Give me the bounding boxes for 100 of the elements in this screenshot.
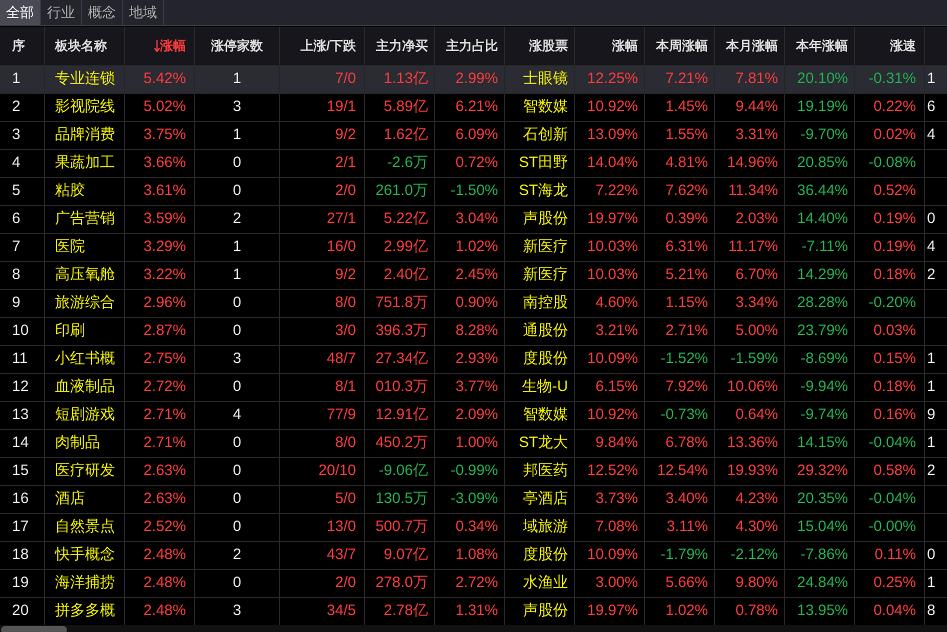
table-cell-text: 0 bbox=[232, 433, 242, 454]
table-row[interactable]: 11 小红书概 2.75% 3 48/7 27.34亿 2.93% 度股份 10.09% -1.52% -1.59% -8.69% 0.15% 1 bbox=[0, 345, 947, 373]
table-cell-text: 2.45% bbox=[455, 265, 498, 286]
column-header[interactable]: 涨停家数 bbox=[211, 36, 263, 56]
stock-name: 新医疗 bbox=[523, 265, 568, 286]
table-cell-text: 3 bbox=[232, 97, 242, 118]
sector-name: 粘胶 bbox=[55, 181, 85, 202]
table-row[interactable]: 5 粘胶 3.61% 0 2/0 261.0万 -1.50% ST海龙 7.22% 7.62% 11.34% 36.44% 0.52% bbox=[0, 177, 947, 205]
tab[interactable]: 地域 bbox=[123, 0, 164, 25]
table-cell-text: 2.99% bbox=[455, 69, 498, 90]
table-cell-text: 5.42% bbox=[143, 69, 186, 90]
column-header[interactable]: 涨幅 bbox=[612, 36, 638, 56]
sector-name: 酒店 bbox=[55, 489, 85, 510]
table-cell-text: 261.0万 bbox=[375, 181, 428, 202]
table-cell-text: 29.32% bbox=[797, 461, 848, 482]
column-header[interactable]: 本月涨幅 bbox=[726, 36, 778, 56]
table-cell-text: 14.15% bbox=[797, 433, 848, 454]
table-cell-text: 2.48% bbox=[143, 545, 186, 566]
column-header[interactable]: 本年涨幅 bbox=[796, 36, 848, 56]
table-cell-text: 11 bbox=[12, 349, 28, 370]
table-cell-text: 27.34亿 bbox=[375, 349, 428, 370]
table-cell-text: 2 bbox=[927, 461, 936, 482]
table-row[interactable]: 4 果蔬加工 3.66% 0 2/1 -2.6万 0.72% ST田野 14.04% 4.81% 14.96% 20.85% -0.08% bbox=[0, 149, 947, 177]
table-row[interactable]: 7 医院 3.29% 1 16/0 2.99亿 1.02% 新医疗 10.03% 6.31% 11.17% -7.11% 0.19% 4 bbox=[0, 233, 947, 261]
table-row[interactable]: 1 专业连锁 5.42% 1 7/0 1.13亿 2.99% 士眼镜 12.25% 7.21% 7.81% 20.10% -0.31% 1 bbox=[0, 65, 947, 93]
table-cell-text: 28.28% bbox=[797, 293, 848, 314]
column-header[interactable]: 本周涨幅 bbox=[656, 36, 708, 56]
table-row[interactable]: 15 医疗研发 2.63% 0 20/10 -9.06亿 -0.99% 邦医药 12.52% 12.54% 19.93% 29.32% 0.58% 2 bbox=[0, 457, 947, 485]
column-header[interactable]: 涨幅 bbox=[160, 36, 186, 56]
table-cell-text: 6.15% bbox=[595, 377, 638, 398]
table-row[interactable]: 6 广告营销 3.59% 2 27/1 5.22亿 3.04% 声股份 19.97% 0.39% 2.03% 14.40% 0.19% 0 bbox=[0, 205, 947, 233]
table-cell-text: -7.86% bbox=[800, 545, 848, 566]
table-cell-text: 0 bbox=[927, 545, 936, 566]
column-header[interactable]: 主力占比 bbox=[446, 36, 498, 56]
table-cell-text: 2 bbox=[232, 545, 242, 566]
column-header[interactable]: 上涨/下跌 bbox=[300, 36, 356, 56]
table-cell-text: -0.99% bbox=[450, 461, 498, 482]
table-row[interactable]: 13 短剧游戏 2.71% 4 77/9 12.91亿 2.09% 智数媒 10.92% -0.73% 0.64% -9.74% 0.16% 9 bbox=[0, 401, 947, 429]
tab[interactable]: 概念 bbox=[82, 0, 123, 25]
column-header[interactable]: 序 bbox=[12, 36, 25, 56]
sector-name: 医疗研发 bbox=[55, 461, 115, 482]
stock-name: 石创新 bbox=[523, 125, 568, 146]
table-cell-text: 2.09% bbox=[455, 405, 498, 426]
table-cell-text: 0.22% bbox=[873, 97, 916, 118]
column-header[interactable]: 涨股票 bbox=[529, 36, 568, 56]
table-row[interactable]: 9 旅游综合 2.96% 0 8/0 751.8万 0.90% 南控股 4.60% 1.15% 3.34% 28.28% -0.20% bbox=[0, 289, 947, 317]
table-cell-text: 10.06% bbox=[727, 377, 778, 398]
table-row[interactable]: 16 酒店 2.63% 0 5/0 130.5万 -3.09% 亭酒店 3.73% 3.40% 4.23% 20.35% -0.04% bbox=[0, 485, 947, 513]
column-header[interactable]: 板块名称 bbox=[55, 36, 107, 56]
table-cell-text: 18 bbox=[12, 545, 29, 566]
column-header[interactable]: 涨速 bbox=[890, 36, 916, 56]
table-cell-text: 1 bbox=[927, 573, 936, 594]
table-cell-text: 4.30% bbox=[735, 517, 778, 538]
table-row[interactable]: 19 海洋捕捞 2.48% 0 2/0 278.0万 2.72% 水渔业 3.00% 5.66% 9.80% 24.84% 0.25% 1 bbox=[0, 569, 947, 597]
table-cell-text: 2.71% bbox=[143, 433, 186, 454]
stock-name: 新医疗 bbox=[523, 237, 568, 258]
table-cell-text: 0 bbox=[232, 489, 242, 510]
sector-name: 旅游综合 bbox=[55, 293, 115, 314]
table-cell-text: 0.04% bbox=[873, 601, 916, 622]
table-row[interactable]: 17 自然景点 2.52% 0 13/0 500.7万 0.34% 域旅游 7.08% 3.11% 4.30% 15.04% -0.00% bbox=[0, 513, 947, 541]
scrollbar-thumb[interactable] bbox=[1, 626, 67, 632]
table-cell-text: 396.3万 bbox=[375, 321, 428, 342]
table-row[interactable]: 3 品牌消费 3.75% 1 9/2 1.62亿 6.09% 石创新 13.09% 1.55% 3.31% -9.70% 0.02% 4 bbox=[0, 121, 947, 149]
table-row[interactable]: 10 印刷 2.87% 0 3/0 396.3万 8.28% 通股份 3.21% 2.71% 5.00% 23.79% 0.03% bbox=[0, 317, 947, 345]
table-row[interactable]: 2 影视院线 5.02% 3 19/1 5.89亿 6.21% 智数媒 10.92% 1.45% 9.44% 19.19% 0.22% 6 bbox=[0, 93, 947, 121]
stock-name: 声股份 bbox=[523, 209, 568, 230]
table-row[interactable]: 14 肉制品 2.71% 0 8/0 450.2万 1.00% ST龙大 9.84% 6.78% 13.36% 14.15% -0.04% 1 bbox=[0, 429, 947, 457]
sector-name: 自然景点 bbox=[55, 517, 115, 538]
table-row[interactable]: 8 高压氧舱 3.22% 1 9/2 2.40亿 2.45% 新医疗 10.03% 5.21% 6.70% 14.29% 0.18% 2 bbox=[0, 261, 947, 289]
table-row[interactable]: 12 血液制品 2.72% 0 8/1 010.3万 3.77% 生物-U 6.15% 7.92% 10.06% -9.94% 0.18% 1 bbox=[0, 373, 947, 401]
column-header[interactable]: 主力净买 bbox=[376, 36, 428, 56]
table-cell-text: 14 bbox=[12, 433, 29, 454]
table-cell-text: 2.03% bbox=[735, 209, 778, 230]
table-cell-text: -7.11% bbox=[802, 237, 848, 258]
stock-name: 度股份 bbox=[523, 545, 568, 566]
stock-name: 度股份 bbox=[523, 349, 568, 370]
table-cell-text: 5/0 bbox=[335, 489, 356, 510]
table-cell-text: -0.73% bbox=[660, 405, 708, 426]
table-cell-text: 19.97% bbox=[587, 601, 638, 622]
table-cell-text: 43/7 bbox=[326, 545, 356, 566]
table-cell-text: 24.84% bbox=[797, 573, 848, 594]
table-cell-text: 2 bbox=[232, 209, 242, 230]
table-row[interactable]: 20 拼多多概 2.48% 3 34/5 2.78亿 1.31% 声股份 19.97% 1.02% 0.78% 13.95% 0.04% 8 bbox=[0, 597, 947, 625]
table-cell-text: 4.60% bbox=[595, 293, 638, 314]
table-cell-text: 8/0 bbox=[335, 433, 356, 454]
table-cell-text: -9.94% bbox=[800, 377, 848, 398]
table-row[interactable]: 18 快手概念 2.48% 2 43/7 9.07亿 1.08% 度股份 10.09% -1.79% -2.12% -7.86% 0.11% 0 bbox=[0, 541, 947, 569]
tab[interactable]: 行业 bbox=[41, 0, 82, 25]
table-cell-text: 20.35% bbox=[797, 489, 848, 510]
table-cell-text: 3.29% bbox=[143, 237, 186, 258]
table-cell-text: 751.8万 bbox=[375, 293, 428, 314]
table-cell-text: 16 bbox=[12, 489, 29, 510]
table-cell-text: 0.02% bbox=[873, 125, 916, 146]
tab[interactable]: 全部 bbox=[0, 0, 41, 25]
table-cell-text: 9/2 bbox=[335, 125, 356, 146]
table-cell-text: -8.69% bbox=[800, 349, 848, 370]
stock-name: 通股份 bbox=[523, 321, 568, 342]
table-cell-text: 3.59% bbox=[143, 209, 186, 230]
sector-name: 拼多多概 bbox=[55, 601, 115, 622]
table-cell-text: 1 bbox=[232, 125, 242, 146]
